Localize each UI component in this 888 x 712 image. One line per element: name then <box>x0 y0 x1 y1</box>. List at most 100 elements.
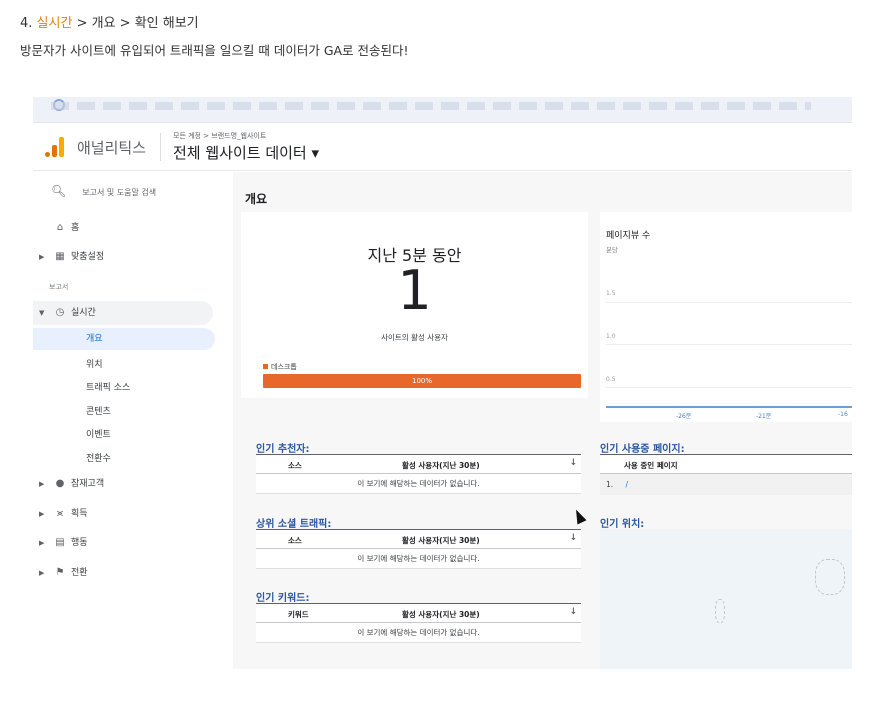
heading-rest: 확인 해보기 <box>134 16 199 31</box>
browser-strip <box>33 97 852 123</box>
sidebar-item-home[interactable]: ⌂ 홈 <box>39 216 219 240</box>
caret-right-icon: ▶ <box>39 253 45 261</box>
property-selector[interactable]: 전체 웹사이트 데이터 ▾ <box>173 142 319 163</box>
top-locations-title: 인기 위치: <box>600 519 645 530</box>
col-keyword: 키워드 <box>288 610 309 619</box>
caret-right-icon: ▶ <box>39 510 45 518</box>
y-tick-label: 0.5 <box>606 376 616 383</box>
gridline <box>606 387 852 388</box>
gridline <box>606 344 852 345</box>
sidebar-label: 실시간 <box>71 308 96 318</box>
device-share-bar: 100% <box>263 374 581 388</box>
search-box[interactable]: 🔍︎ 보고서 및 도움말 검색 <box>51 184 156 198</box>
person-icon: ● <box>55 478 65 489</box>
sidebar-label: 홈 <box>71 223 80 233</box>
caret-down-icon: ▼ <box>39 309 45 317</box>
clock-icon: ◷ <box>55 307 65 318</box>
top-pages-title: 인기 사용중 페이지: <box>600 444 685 455</box>
pageviews-card: 페이지뷰 수 분당 1.5 1.0 0.5 -26분 -21분 -16 <box>600 212 852 422</box>
acquisition-icon: ⪤ <box>56 508 64 519</box>
search-icon: 🔍︎ <box>51 184 67 198</box>
y-tick-label: 1.5 <box>606 290 616 297</box>
home-icon: ⌂ <box>56 222 64 233</box>
analytics-logo-icon <box>45 137 65 157</box>
top-keywords-title: 인기 키워드: <box>256 593 310 604</box>
caret-right-icon: ▶ <box>39 569 45 577</box>
caret-right-icon: ▶ <box>39 539 45 547</box>
sidebar-item-conversions[interactable]: ▶ ⚑ 전환 <box>39 561 219 585</box>
table-header: 키워드 활성 사용자(지난 30분) ↓ <box>256 604 581 623</box>
sidebar-label: 맞춤설정 <box>71 252 105 262</box>
gridline <box>606 302 852 303</box>
table-header: 소스 활성 사용자(지난 30분) ↓ <box>256 530 581 549</box>
x-tick-label: -26분 <box>676 413 692 420</box>
sidebar-item-acquisition[interactable]: ▶ ⪤ 획득 <box>39 502 219 526</box>
pageviews-unit: 분당 <box>606 246 618 254</box>
sidebar-label: 행동 <box>71 538 88 548</box>
col-active-users[interactable]: 활성 사용자(지난 30분) <box>402 460 480 471</box>
active-users-label: 사이트의 활성 사용자 <box>381 333 448 342</box>
mouse-cursor-icon <box>571 507 587 525</box>
desktop-swatch <box>263 364 268 369</box>
top-referrers-table: 소스 활성 사용자(지난 30분) ↓ 이 보기에 해당하는 데이터가 없습니다… <box>256 454 581 494</box>
sidebar-label: 획득 <box>71 509 88 519</box>
device-label: 데스크톱 <box>271 363 297 371</box>
sort-down-icon[interactable]: ↓ <box>569 607 577 617</box>
flag-icon: ⚑ <box>55 567 65 578</box>
sidebar-sub-conversions[interactable]: 전환수 <box>86 451 111 464</box>
y-tick-label: 1.0 <box>606 333 616 340</box>
empty-row: 이 보기에 해당하는 데이터가 없습니다. <box>256 623 581 643</box>
x-tick-label: -21분 <box>756 413 772 420</box>
step-number: 4. <box>20 16 33 31</box>
page-path-link[interactable]: / <box>626 480 629 489</box>
top-social-table: 소스 활성 사용자(지난 30분) ↓ 이 보기에 해당하는 데이터가 없습니다… <box>256 529 581 569</box>
sort-down-icon[interactable]: ↓ <box>569 458 577 468</box>
table-header: 사용 중인 페이지 <box>600 455 852 474</box>
heading-separator: > 개요 > <box>72 16 135 31</box>
post-heading: 4. 실시간 > 개요 > 확인 해보기 <box>20 12 199 31</box>
empty-row: 이 보기에 해당하는 데이터가 없습니다. <box>256 549 581 569</box>
top-keywords-table: 키워드 활성 사용자(지난 30분) ↓ 이 보기에 해당하는 데이터가 없습니… <box>256 603 581 643</box>
top-social-title: 상위 소셜 트래픽: <box>256 519 332 530</box>
header-divider <box>160 133 161 161</box>
page-title: 개요 <box>245 192 268 206</box>
x-tick-label: -16 <box>838 411 848 418</box>
sidebar-sub-traffic-source[interactable]: 트래픽 소스 <box>86 380 130 393</box>
x-axis <box>606 406 852 408</box>
map-landmass <box>815 559 845 595</box>
caret-right-icon: ▶ <box>39 480 45 488</box>
sidebar-item-realtime[interactable]: ▼ ◷ 실시간 <box>33 301 213 325</box>
sidebar-sub-content[interactable]: 콘텐츠 <box>86 404 111 417</box>
sidebar-label: 잠재고객 <box>71 479 105 489</box>
post-subtitle: 방문자가 사이트에 유입되어 트래픽을 일으킬 때 데이터가 GA로 전송된다! <box>20 43 409 58</box>
col-active-users[interactable]: 활성 사용자(지난 30분) <box>402 609 480 620</box>
account-breadcrumb[interactable]: 모든 계정 > 브랜드명_웹사이트 <box>173 131 266 141</box>
col-source: 소스 <box>288 461 302 470</box>
pageviews-title: 페이지뷰 수 <box>606 231 651 241</box>
table-row: 1. / <box>600 474 852 495</box>
sidebar-sub-overview[interactable]: 개요 <box>33 328 215 350</box>
col-active-users[interactable]: 활성 사용자(지난 30분) <box>402 535 480 546</box>
app-name: 애널리틱스 <box>77 139 147 157</box>
sidebar-sub-events[interactable]: 이벤트 <box>86 427 111 440</box>
table-header: 소스 활성 사용자(지난 30분) ↓ <box>256 455 581 474</box>
main-content: 개요 지난 5분 동안 1 사이트의 활성 사용자 데스크톱 100% 페이지뷰… <box>233 172 852 669</box>
sidebar: 🔍︎ 보고서 및 도움말 검색 ⌂ 홈 ▶ ▦ 맞춤설정 보고서 ▼ ◷ 실시간 개요 위치… <box>33 172 233 669</box>
sidebar-item-audience[interactable]: ▶ ● 잠재고객 <box>39 472 219 496</box>
sidebar-sub-location[interactable]: 위치 <box>86 357 103 370</box>
sidebar-item-behavior[interactable]: ▶ ▤ 행동 <box>39 531 219 555</box>
realtime-highlight: 실시간 <box>36 16 73 31</box>
device-legend: 데스크톱 <box>263 362 297 372</box>
top-pages-table: 사용 중인 페이지 1. / <box>600 454 852 495</box>
active-users-card: 지난 5분 동안 1 사이트의 활성 사용자 데스크톱 100% <box>241 212 588 398</box>
col-source: 소스 <box>288 536 302 545</box>
sort-down-icon[interactable]: ↓ <box>569 533 577 543</box>
sidebar-item-custom[interactable]: ▶ ▦ 맞춤설정 <box>39 245 219 269</box>
locations-map[interactable] <box>600 529 852 669</box>
top-referrers-title: 인기 추천자: <box>256 444 310 455</box>
blurred-text <box>51 102 811 110</box>
dashboard-icon: ▦ <box>55 251 65 262</box>
sidebar-label: 전환 <box>71 568 88 578</box>
ga-header: 애널리틱스 모든 계정 > 브랜드명_웹사이트 전체 웹사이트 데이터 ▾ <box>33 123 852 171</box>
active-users-count: 1 <box>397 259 432 322</box>
